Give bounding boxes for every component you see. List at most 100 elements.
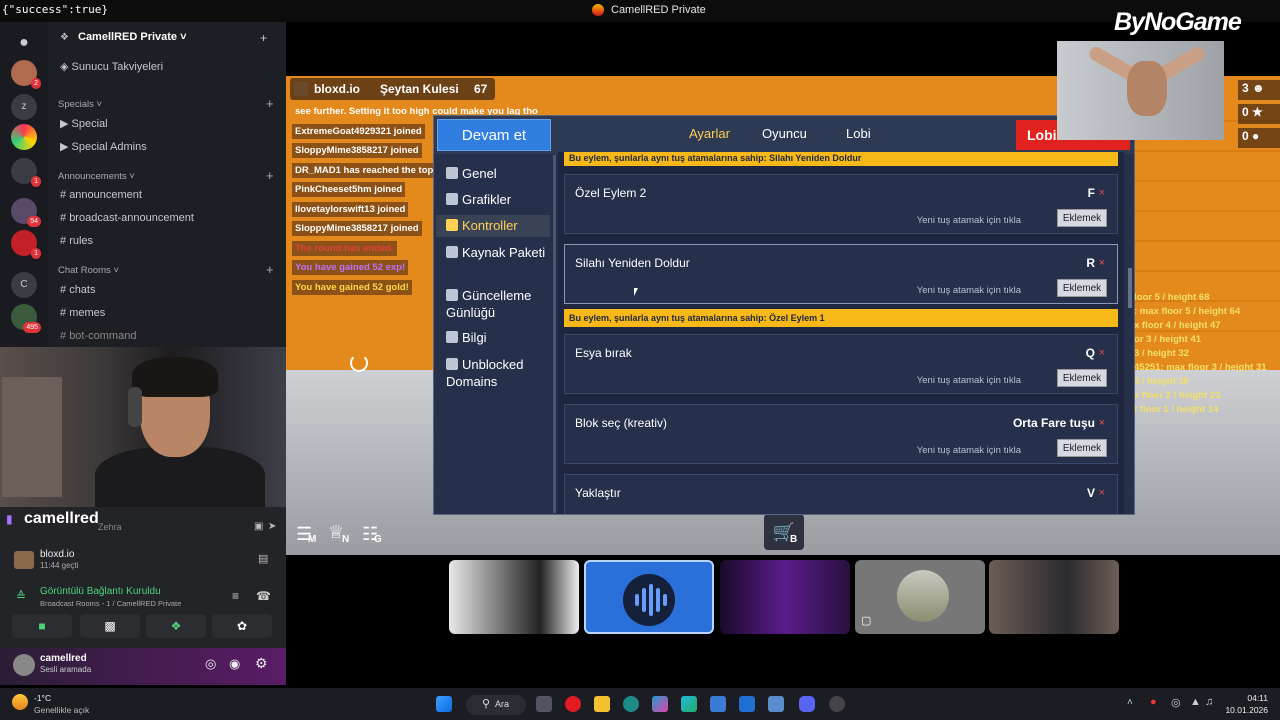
keybind-row[interactable]: Özel Eylem 2 F × Yeni tuş atamak için tı…: [564, 174, 1118, 234]
weather-temp[interactable]: -1°C: [34, 693, 51, 703]
discord-taskbar-icon[interactable]: [799, 696, 815, 712]
tab-settings[interactable]: Ayarlar: [689, 126, 730, 141]
nav-graphics[interactable]: Grafikler: [446, 192, 511, 207]
channel-special-admins[interactable]: ▶ Special Admins: [60, 140, 147, 153]
category-chat-rooms[interactable]: Chat Rooms ˅: [58, 265, 119, 276]
channel-bot-command[interactable]: # bot-command: [60, 330, 136, 342]
nav-info[interactable]: Bilgi: [446, 330, 487, 345]
continue-button[interactable]: Devam et: [437, 119, 551, 151]
server-icon[interactable]: [11, 124, 37, 150]
tray-app-icon[interactable]: ●: [1150, 696, 1157, 708]
edit-icon: [446, 289, 458, 301]
server-icon[interactable]: 1: [11, 158, 41, 187]
add-key-button[interactable]: Eklemek: [1057, 439, 1107, 457]
gear-icon[interactable]: ⚙: [255, 655, 268, 672]
participant-tile[interactable]: [720, 560, 850, 634]
app-icon[interactable]: [768, 696, 784, 712]
participant-tile[interactable]: ▢: [855, 560, 985, 634]
participant-tile-active[interactable]: [584, 560, 714, 634]
leaderboard-entry: loor 5 / height 68: [1134, 292, 1210, 303]
remove-key-icon[interactable]: ×: [1099, 187, 1105, 199]
activity-name[interactable]: bloxd.io: [40, 549, 74, 560]
microphone-icon[interactable]: ◎: [205, 656, 216, 672]
server-name[interactable]: CamellRED Private ˅: [78, 31, 187, 43]
nav-resource-pack[interactable]: Kaynak Paketi: [446, 244, 546, 261]
channel-special[interactable]: ▶ Special: [60, 117, 108, 130]
server-icon[interactable]: C: [11, 272, 37, 298]
noise-suppression-icon[interactable]: ≡: [232, 589, 239, 603]
keybind-row[interactable]: Yaklaştır V ×: [564, 474, 1118, 514]
volume-icon[interactable]: ♫: [1205, 696, 1213, 708]
add-key-button[interactable]: Eklemek: [1057, 279, 1107, 297]
tab-lobby[interactable]: Lobi: [846, 126, 871, 141]
edge-icon[interactable]: [681, 696, 697, 712]
headphones-icon[interactable]: ◉: [229, 656, 240, 672]
nav-controls[interactable]: Kontroller: [446, 218, 518, 233]
screen-share-button[interactable]: ▩: [80, 614, 140, 638]
category-specials[interactable]: Specials ˅: [58, 99, 102, 110]
opera-icon[interactable]: [565, 696, 581, 712]
controller-icon[interactable]: ▤: [258, 552, 268, 565]
remove-key-icon[interactable]: ×: [1099, 257, 1105, 269]
connection-channel[interactable]: Broadcast Rooms - 1 / CamellRED Private: [40, 599, 181, 608]
mail-icon[interactable]: [739, 696, 755, 712]
scrollbar[interactable]: [1128, 268, 1132, 308]
server-icon[interactable]: 495: [11, 304, 41, 333]
keybind-row[interactable]: Esya bırak Q × Yeni tuş atamak için tıkl…: [564, 334, 1118, 394]
participant-tile[interactable]: [449, 560, 579, 634]
category-announcements[interactable]: Announcements ˅: [58, 171, 135, 182]
shop-cart-button[interactable]: 🛒: [764, 514, 804, 550]
tray-chevron-icon[interactable]: ˄: [1127, 697, 1133, 708]
channel-rules[interactable]: # rules: [60, 235, 93, 247]
hash-icon: #: [60, 330, 67, 342]
window-title: CamellRED Private: [611, 4, 706, 16]
soundboard-button[interactable]: ✿: [212, 614, 272, 638]
app-icon[interactable]: [623, 696, 639, 712]
tab-player[interactable]: Oyuncu: [762, 126, 807, 141]
clock-time[interactable]: 04:11: [1220, 693, 1268, 703]
obs-icon[interactable]: [829, 696, 845, 712]
channel-memes[interactable]: # memes: [60, 307, 105, 319]
avatar[interactable]: [13, 654, 35, 676]
server-icon[interactable]: 54: [11, 198, 41, 227]
camera-icon[interactable]: ▣: [254, 521, 263, 532]
remove-key-icon[interactable]: ×: [1099, 417, 1105, 429]
clock-date[interactable]: 10.01.2026: [1220, 705, 1268, 715]
add-channel-icon[interactable]: +: [266, 96, 274, 111]
m365-icon[interactable]: [652, 696, 668, 712]
add-key-button[interactable]: Eklemek: [1057, 209, 1107, 227]
hash-icon: #: [60, 235, 67, 247]
channel-broadcast[interactable]: # broadcast-announcement: [60, 212, 194, 224]
remove-key-icon[interactable]: ×: [1099, 487, 1105, 499]
add-channel-icon[interactable]: +: [266, 168, 274, 183]
folder-icon[interactable]: [594, 696, 610, 712]
server-rail: ● 2 z 1 54 1 C 495: [0, 22, 48, 347]
keybind-row[interactable]: Blok seç (kreativ) Orta Fare tuşu × Yeni…: [564, 404, 1118, 464]
activities-button[interactable]: ❖: [146, 614, 206, 638]
task-view-icon[interactable]: [536, 696, 552, 712]
nav-general[interactable]: Genel: [446, 166, 497, 181]
nav-unblocked-domains[interactable]: Unblocked Domains: [446, 356, 546, 390]
nav-changelog[interactable]: Güncelleme Günlüğü: [446, 287, 552, 321]
add-key-button[interactable]: Eklemek: [1057, 369, 1107, 387]
disconnect-icon[interactable]: ☎: [256, 589, 271, 603]
channel-announcement[interactable]: # announcement: [60, 189, 142, 201]
remove-key-icon[interactable]: ×: [1099, 347, 1105, 359]
add-user-icon[interactable]: +: [260, 31, 267, 45]
voice-wave-icon: [623, 574, 675, 626]
camera-button[interactable]: ■: [12, 614, 72, 638]
server-icon[interactable]: 2: [11, 60, 41, 89]
channel-chats[interactable]: # chats: [60, 284, 95, 296]
windows-start-icon[interactable]: [436, 696, 452, 712]
discord-icon[interactable]: ●: [11, 30, 37, 56]
participant-tile[interactable]: [989, 560, 1119, 634]
keybind-row[interactable]: Silahı Yeniden Doldur R × Yeni tuş atama…: [564, 244, 1118, 304]
server-icon[interactable]: 1: [11, 230, 41, 259]
wifi-icon[interactable]: ▲: [1190, 696, 1201, 708]
microphone-icon[interactable]: ◎: [1171, 696, 1181, 709]
megaphone-icon: ▶: [60, 118, 69, 130]
server-boost-link[interactable]: ◈ Sunucu Takviyeleri: [60, 60, 163, 73]
add-channel-icon[interactable]: +: [266, 262, 274, 277]
server-icon[interactable]: z: [11, 94, 37, 120]
store-icon[interactable]: [710, 696, 726, 712]
